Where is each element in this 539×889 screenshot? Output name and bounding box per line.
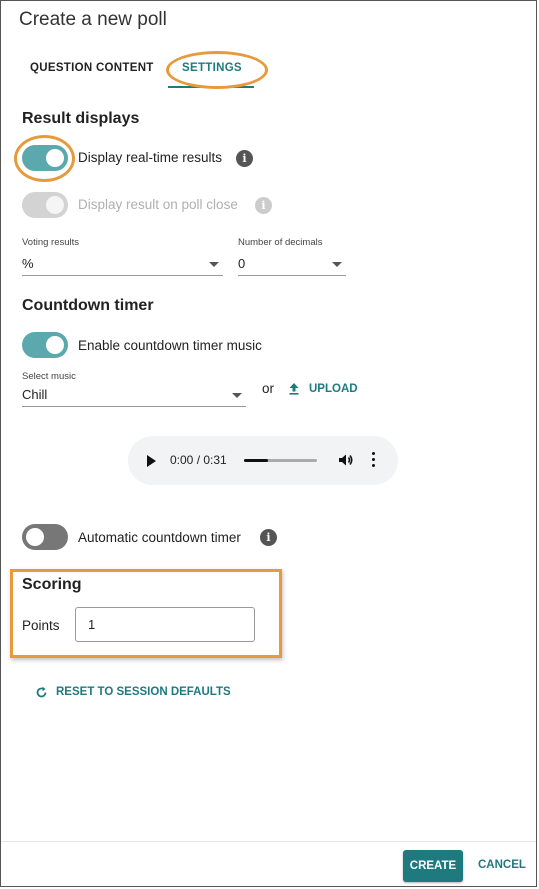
info-icon[interactable]: i <box>260 529 277 546</box>
audio-player: 0:00 / 0:31 <box>128 436 398 485</box>
dropdown-arrow-icon <box>232 393 242 398</box>
points-input[interactable] <box>75 607 255 642</box>
voting-results-label: Voting results <box>22 237 80 248</box>
realtime-results-label: Display real-time results <box>78 150 223 165</box>
realtime-results-toggle[interactable] <box>22 145 68 171</box>
dropdown-arrow-icon <box>209 262 219 267</box>
toggle-knob <box>46 336 64 354</box>
scoring-title: Scoring <box>22 576 82 593</box>
more-vertical-icon[interactable] <box>372 452 376 468</box>
upload-button[interactable]: UPLOAD <box>309 383 358 395</box>
decimals-value: 0 <box>238 256 246 271</box>
info-icon: i <box>255 197 272 214</box>
play-icon[interactable] <box>147 455 156 467</box>
result-on-close-toggle <box>22 192 68 218</box>
auto-countdown-label: Automatic countdown timer <box>78 530 241 545</box>
result-on-close-label: Display result on poll close <box>78 197 238 212</box>
tab-question-content[interactable]: QUESTION CONTENT <box>30 62 154 74</box>
decimals-select[interactable]: 0 <box>238 253 346 276</box>
refresh-icon[interactable] <box>35 686 48 699</box>
toggle-knob <box>26 528 44 546</box>
tab-settings[interactable]: SETTINGS <box>182 62 242 74</box>
result-displays-title: Result displays <box>22 110 140 127</box>
decimals-label: Number of decimals <box>238 237 323 248</box>
dropdown-arrow-icon <box>332 262 342 267</box>
select-music-value: Chill <box>22 387 48 402</box>
cancel-button[interactable]: CANCEL <box>478 859 526 871</box>
audio-time: 0:00 / 0:31 <box>170 453 227 467</box>
or-text: or <box>262 381 275 396</box>
toggle-knob <box>46 196 64 214</box>
active-tab-indicator <box>168 86 254 88</box>
countdown-music-toggle[interactable] <box>22 332 68 358</box>
reset-defaults-button[interactable]: RESET TO SESSION DEFAULTS <box>56 686 231 698</box>
select-music-label: Select music <box>22 371 76 382</box>
auto-countdown-toggle[interactable] <box>22 524 68 550</box>
countdown-timer-title: Countdown timer <box>22 297 154 314</box>
voting-results-select[interactable]: % <box>22 253 223 276</box>
toggle-knob <box>46 149 64 167</box>
audio-progress-fill <box>244 459 269 462</box>
volume-icon[interactable] <box>337 451 355 469</box>
info-icon[interactable]: i <box>236 150 253 167</box>
points-label: Points <box>22 618 60 633</box>
select-music-dropdown[interactable]: Chill <box>22 384 246 407</box>
create-button[interactable]: CREATE <box>403 850 463 882</box>
audio-progress-track[interactable] <box>244 459 317 462</box>
voting-results-value: % <box>22 256 34 271</box>
upload-arrow-icon[interactable] <box>288 382 300 395</box>
countdown-music-label: Enable countdown timer music <box>78 338 262 353</box>
footer-divider <box>1 841 536 842</box>
dialog-title: Create a new poll <box>19 9 167 30</box>
